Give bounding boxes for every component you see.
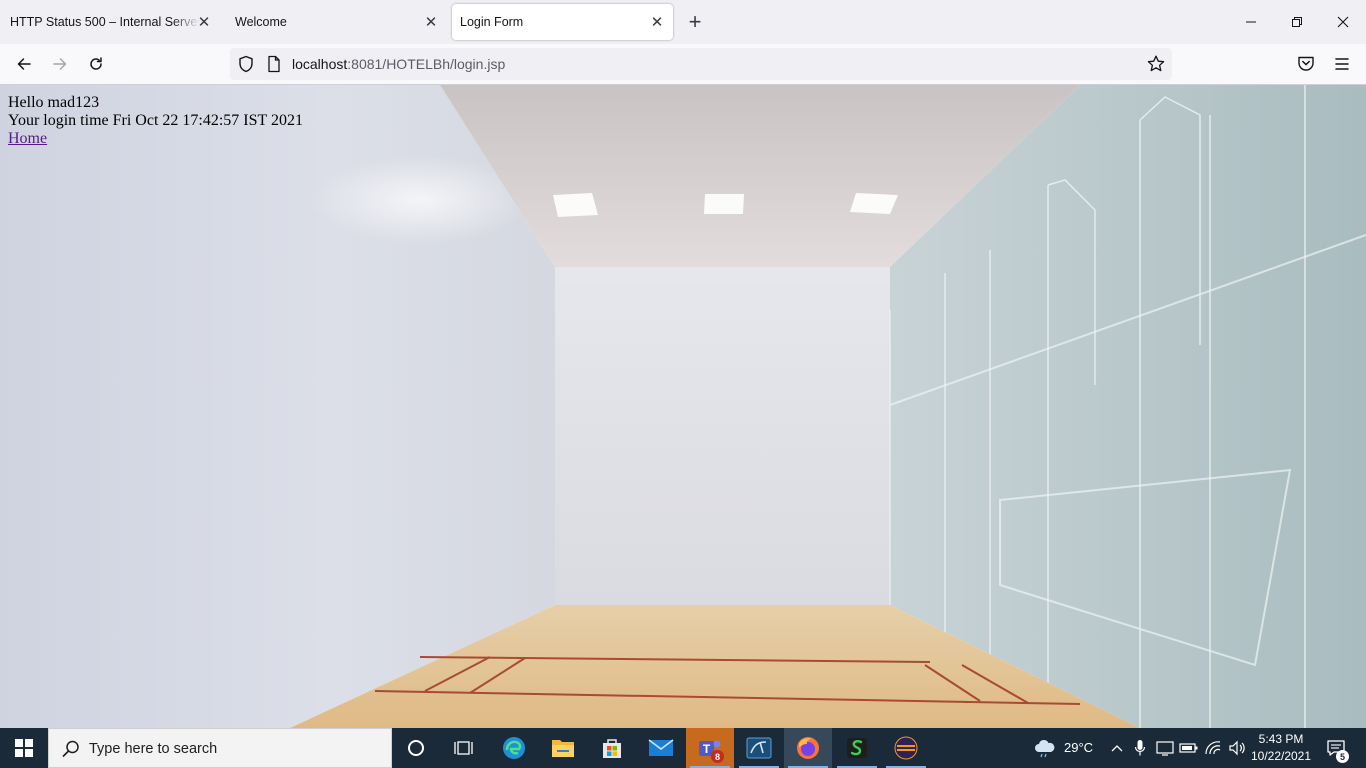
teams-notification-badge: 8 (711, 750, 724, 763)
taskbar-app-green[interactable] (833, 728, 881, 768)
close-icon (1337, 16, 1349, 28)
notification-count-badge: 5 (1336, 750, 1349, 763)
arrow-right-icon (53, 58, 67, 70)
mysql-workbench-icon (746, 737, 772, 759)
taskbar: Type here to search T 8 29°C 5:43 PM 10/… (0, 728, 1366, 768)
pocket-icon[interactable] (1294, 52, 1318, 81)
speaker-icon (1229, 740, 1245, 756)
battery-icon (1179, 743, 1198, 753)
start-button[interactable] (0, 728, 48, 768)
taskbar-firefox[interactable] (784, 728, 832, 768)
url-text[interactable]: localhost:8081/HOTELBh/login.jsp (292, 56, 505, 72)
taskbar-file-explorer[interactable] (539, 728, 587, 768)
forward-button[interactable] (46, 50, 74, 78)
arrow-left-icon (17, 58, 31, 70)
weather-widget[interactable] (1030, 728, 1060, 768)
reload-icon (90, 57, 102, 70)
page-content: Hello mad123 Your login time Fri Oct 22 … (0, 85, 1366, 728)
url-path: :8081/HOTELBh/login.jsp (347, 56, 506, 72)
search-icon (61, 739, 81, 764)
navigation-toolbar: localhost:8081/HOTELBh/login.jsp (0, 44, 1366, 85)
volume-tray[interactable] (1226, 728, 1248, 768)
close-tab-icon[interactable]: ✕ (194, 12, 214, 32)
minimize-button[interactable] (1228, 0, 1274, 44)
close-window-button[interactable] (1320, 0, 1366, 44)
windows-logo-icon (15, 739, 33, 757)
folder-icon (552, 740, 574, 757)
login-time-text: Your login time Fri Oct 22 17:42:57 IST … (8, 112, 303, 129)
task-view-icon (454, 741, 473, 755)
taskbar-microsoft-store[interactable] (588, 728, 636, 768)
hamburger-menu-icon[interactable] (1330, 52, 1354, 81)
taskbar-edge[interactable] (490, 728, 538, 768)
cortana-circle-icon (408, 740, 424, 756)
taskbar-mail[interactable] (637, 728, 685, 768)
new-tab-button[interactable]: + (683, 10, 707, 34)
wifi-icon (1205, 741, 1221, 755)
search-placeholder: Type here to search (89, 741, 218, 757)
mail-envelope-icon (648, 739, 674, 756)
taskbar-clock[interactable]: 5:43 PM 10/22/2021 (1248, 731, 1314, 765)
battery-tray[interactable] (1178, 728, 1200, 768)
clock-time: 5:43 PM (1258, 732, 1304, 746)
close-tab-icon[interactable]: ✕ (647, 12, 667, 32)
cloud-rain-icon (1035, 739, 1055, 758)
bookmark-star-icon[interactable] (1146, 54, 1166, 79)
court-background-image (0, 85, 1366, 728)
taskbar-search-box[interactable]: Type here to search (48, 728, 392, 768)
taskbar-teams[interactable]: T 8 (686, 728, 734, 768)
restore-icon (1292, 17, 1302, 27)
microphone-tray[interactable] (1130, 728, 1150, 768)
back-button[interactable] (10, 50, 38, 78)
tab-welcome[interactable]: Welcome ✕ (225, 4, 447, 40)
display-icon (1156, 741, 1174, 756)
home-link[interactable]: Home (8, 130, 47, 147)
welcome-message: Hello mad123 Your login time Fri Oct 22 … (8, 94, 303, 148)
url-host: localhost (292, 56, 348, 72)
green-s-app-icon (847, 738, 867, 758)
task-view-button[interactable] (440, 728, 488, 768)
tab-label: Welcome (235, 15, 287, 29)
edge-browser-icon (503, 737, 525, 759)
page-info-icon[interactable] (266, 55, 282, 78)
cortana-button[interactable] (392, 728, 440, 768)
store-bag-icon (603, 739, 621, 758)
reload-button[interactable] (82, 50, 110, 78)
taskbar-eclipse[interactable] (882, 728, 930, 768)
network-tray[interactable] (1202, 728, 1224, 768)
svg-text:T: T (703, 742, 711, 756)
tab-label: Login Form (460, 15, 524, 29)
taskbar-mysql-workbench[interactable] (735, 728, 783, 768)
tab-login-form[interactable]: Login Form ✕ (452, 4, 673, 40)
tab-strip: HTTP Status 500 – Internal Server Error … (0, 0, 1366, 44)
eclipse-ide-icon (894, 736, 918, 760)
display-tray[interactable] (1154, 728, 1176, 768)
shield-icon[interactable] (236, 54, 256, 79)
clock-date: 10/22/2021 (1250, 749, 1312, 763)
close-tab-icon[interactable]: ✕ (421, 12, 441, 32)
firefox-icon (797, 737, 819, 759)
address-bar[interactable]: localhost:8081/HOTELBh/login.jsp (230, 48, 1172, 80)
minimize-icon (1246, 21, 1256, 23)
action-center-button[interactable]: 5 (1320, 728, 1352, 768)
microphone-icon (1134, 740, 1146, 756)
restore-button[interactable] (1274, 0, 1320, 44)
tab-http-status-500[interactable]: HTTP Status 500 – Internal Server Error … (0, 4, 220, 40)
show-hidden-icons-button[interactable] (1106, 728, 1128, 768)
chevron-up-icon (1111, 745, 1123, 752)
greeting-text: Hello mad123 (8, 94, 100, 111)
tab-label: HTTP Status 500 – Internal Server Error (10, 15, 200, 29)
weather-temperature[interactable]: 29°C (1064, 740, 1093, 755)
